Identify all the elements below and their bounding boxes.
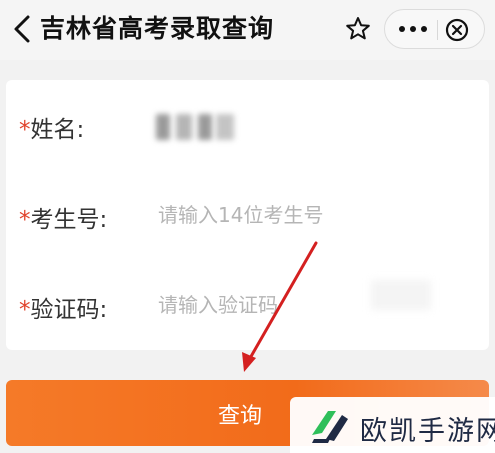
site-watermark: 欧凯手游网	[290, 397, 495, 453]
required-mark: *	[19, 207, 31, 233]
query-button-label: 查询	[218, 403, 263, 428]
required-mark: *	[19, 117, 31, 143]
exam-number-row: *考生号:	[6, 170, 489, 260]
query-form: *姓名: *考生号: *验证码:	[6, 80, 489, 350]
exam-number-label-text: 考生号:	[30, 207, 108, 233]
watermark-text: 欧凯手游网	[360, 416, 495, 447]
captcha-label: *验证码:	[19, 290, 107, 324]
captcha-image[interactable]	[371, 280, 431, 310]
capsule-divider	[437, 20, 438, 40]
captcha-label-text: 验证码:	[30, 297, 108, 323]
captcha-input[interactable]	[158, 288, 358, 322]
name-row: *姓名:	[6, 80, 489, 170]
exam-number-input[interactable]	[158, 198, 458, 232]
close-icon[interactable]	[443, 16, 471, 44]
star-icon[interactable]	[344, 15, 372, 43]
watermark-logo-icon	[308, 405, 350, 445]
exam-number-label: *考生号:	[19, 200, 107, 234]
captcha-row: *验证码:	[6, 260, 489, 350]
more-icon[interactable]	[395, 18, 431, 40]
required-mark: *	[19, 297, 31, 323]
top-bar: 吉林省高考录取查询	[0, 0, 495, 60]
page-title: 吉林省高考录取查询	[40, 14, 275, 43]
back-icon[interactable]	[10, 14, 38, 44]
name-label-text: 姓名:	[30, 117, 85, 143]
name-label: *姓名:	[19, 110, 84, 144]
blurred-name-value	[156, 114, 236, 140]
mini-program-capsule	[384, 9, 485, 49]
